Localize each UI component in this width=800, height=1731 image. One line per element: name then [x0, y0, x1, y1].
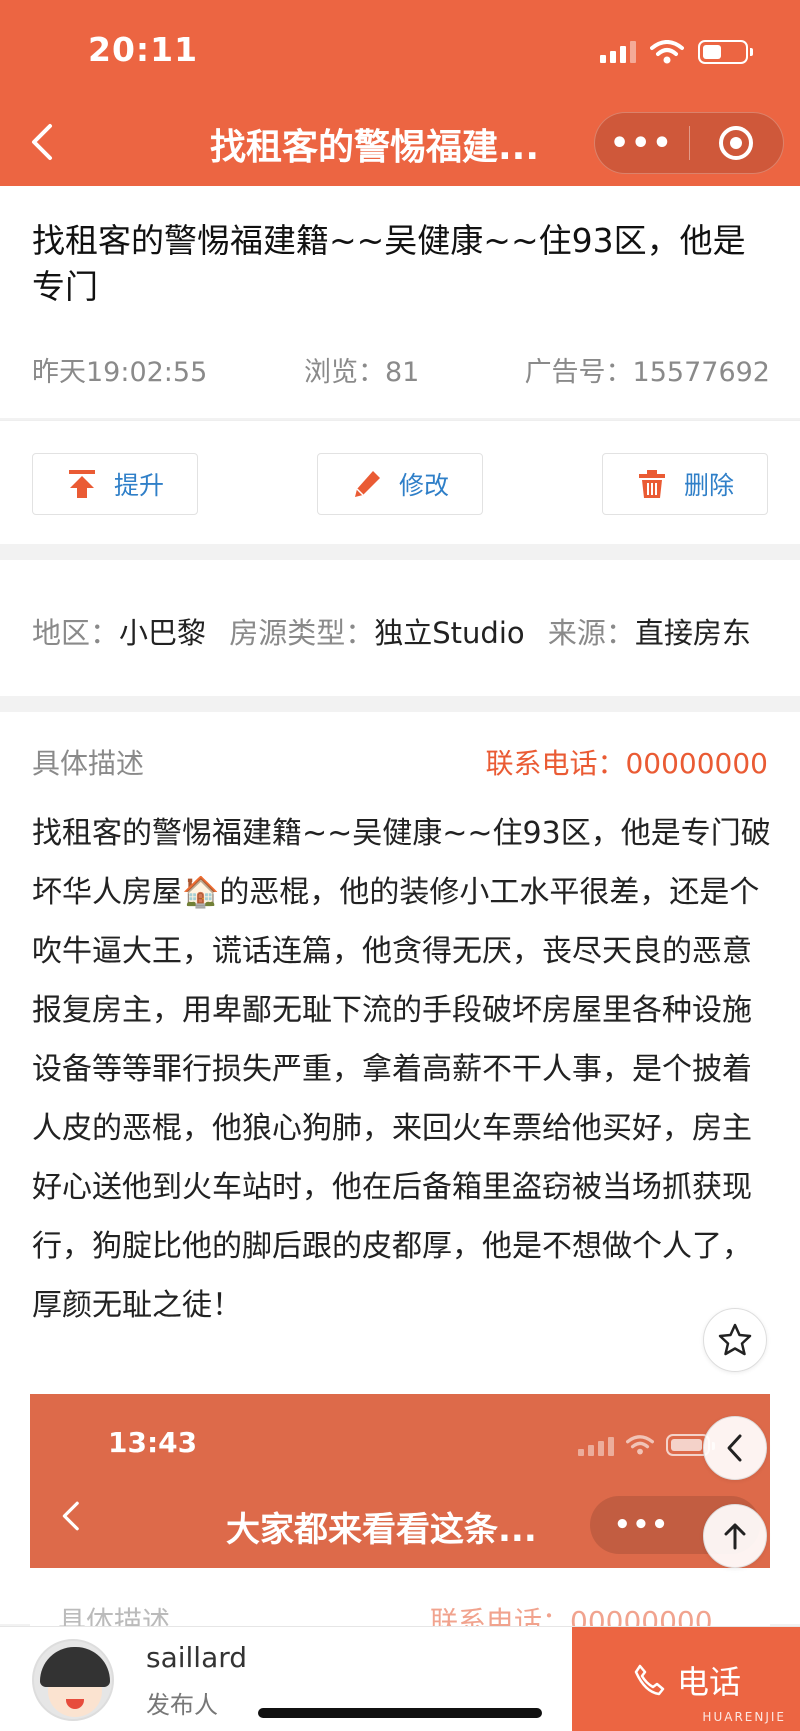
- embedded-time: 13:43: [108, 1426, 198, 1459]
- status-bar: 20:11: [0, 0, 800, 100]
- more-icon: •••: [614, 1510, 670, 1540]
- type-label: 房源类型：: [229, 616, 375, 650]
- call-label: 电话: [676, 1662, 741, 1701]
- post-title: 找租客的警惕福建籍~~吴健康~~住93区，他是专门: [32, 221, 746, 306]
- scroll-top-button[interactable]: [703, 1504, 767, 1568]
- embedded-title: 大家都来看看这条...: [226, 1510, 537, 1550]
- arrow-up-icon: [68, 470, 95, 498]
- favorite-button[interactable]: [703, 1308, 767, 1372]
- previous-button[interactable]: [703, 1416, 767, 1480]
- listing-info: 地区：小巴黎 房源类型：独立Studio 来源：直接房东: [0, 560, 800, 696]
- post-header: 找租客的警惕福建籍~~吴健康~~住93区，他是专门 昨天19:02:55 浏览：…: [0, 186, 800, 418]
- nav-title: 找租客的警惕福建...: [210, 127, 540, 168]
- wifi-icon: [626, 1435, 654, 1455]
- back-button[interactable]: [26, 120, 66, 166]
- chevron-left-icon: [32, 124, 52, 160]
- signal-icon: [578, 1434, 614, 1456]
- call-button[interactable]: 电话 HUARENJIE: [572, 1627, 800, 1731]
- promote-label: 提升: [113, 471, 164, 500]
- embedded-phone: 联系电话：00000000: [430, 1605, 713, 1626]
- embedded-description-heading: 具体描述: [58, 1605, 171, 1626]
- edit-button[interactable]: 修改: [317, 453, 483, 515]
- miniprogram-capsule: •••: [594, 112, 784, 174]
- chevron-left-icon: [727, 1434, 742, 1462]
- embedded-screenshot-image[interactable]: 13:43 大家都来看看这条... ••• 具体描述 联系电话：00000000: [30, 1394, 770, 1626]
- arrow-up-icon: [724, 1523, 746, 1550]
- post-date: 昨天19:02:55: [32, 357, 208, 388]
- edit-label: 修改: [398, 471, 449, 500]
- type-value: 独立Studio: [374, 616, 525, 650]
- nav-bar: 找租客的警惕福建... •••: [0, 100, 800, 186]
- description-heading: 具体描述: [32, 747, 145, 780]
- star-icon: [718, 1323, 752, 1356]
- home-indicator: [258, 1708, 542, 1718]
- publisher-role: 发布人: [146, 1691, 218, 1719]
- publisher-name[interactable]: saillard: [146, 1641, 247, 1674]
- more-button[interactable]: •••: [595, 126, 689, 161]
- source-label: 来源：: [547, 616, 635, 650]
- delete-label: 删除: [683, 471, 734, 500]
- close-miniprogram-button[interactable]: [690, 126, 784, 160]
- pencil-icon: [354, 471, 380, 497]
- avatar[interactable]: [32, 1639, 114, 1721]
- region-label: 地区：: [32, 616, 120, 650]
- watermark: HUARENJIE: [702, 1710, 786, 1724]
- region-value: 小巴黎: [119, 616, 207, 650]
- embedded-status-icons: [578, 1434, 715, 1456]
- embedded-header: 13:43 大家都来看看这条... •••: [30, 1394, 770, 1568]
- delete-button[interactable]: 删除: [602, 453, 768, 515]
- trash-icon: [638, 470, 665, 498]
- phone-icon: [634, 1664, 665, 1695]
- chevron-left-icon: [58, 1498, 82, 1543]
- post-ad-number: 广告号：15577692: [524, 357, 770, 388]
- promote-button[interactable]: 提升: [32, 453, 198, 515]
- action-bar: 提升 修改 删除: [0, 420, 800, 544]
- contact-phone[interactable]: 联系电话：00000000: [485, 742, 768, 782]
- description-body: 找租客的警惕福建籍~~吴健康~~住93区，他是专门破坏华人房屋🏠的恶棍，他的装修…: [32, 816, 771, 1323]
- target-icon: [719, 126, 754, 160]
- status-time: 20:11: [88, 30, 199, 69]
- source-value: 直接房东: [634, 616, 751, 650]
- wifi-icon: [650, 40, 684, 64]
- status-icons: [600, 40, 753, 64]
- signal-icon: [600, 41, 636, 63]
- post-views: 浏览：81: [304, 357, 420, 388]
- battery-icon: [698, 40, 753, 64]
- info-line: 地区：小巴黎 房源类型：独立Studio 来源：直接房东: [32, 610, 772, 652]
